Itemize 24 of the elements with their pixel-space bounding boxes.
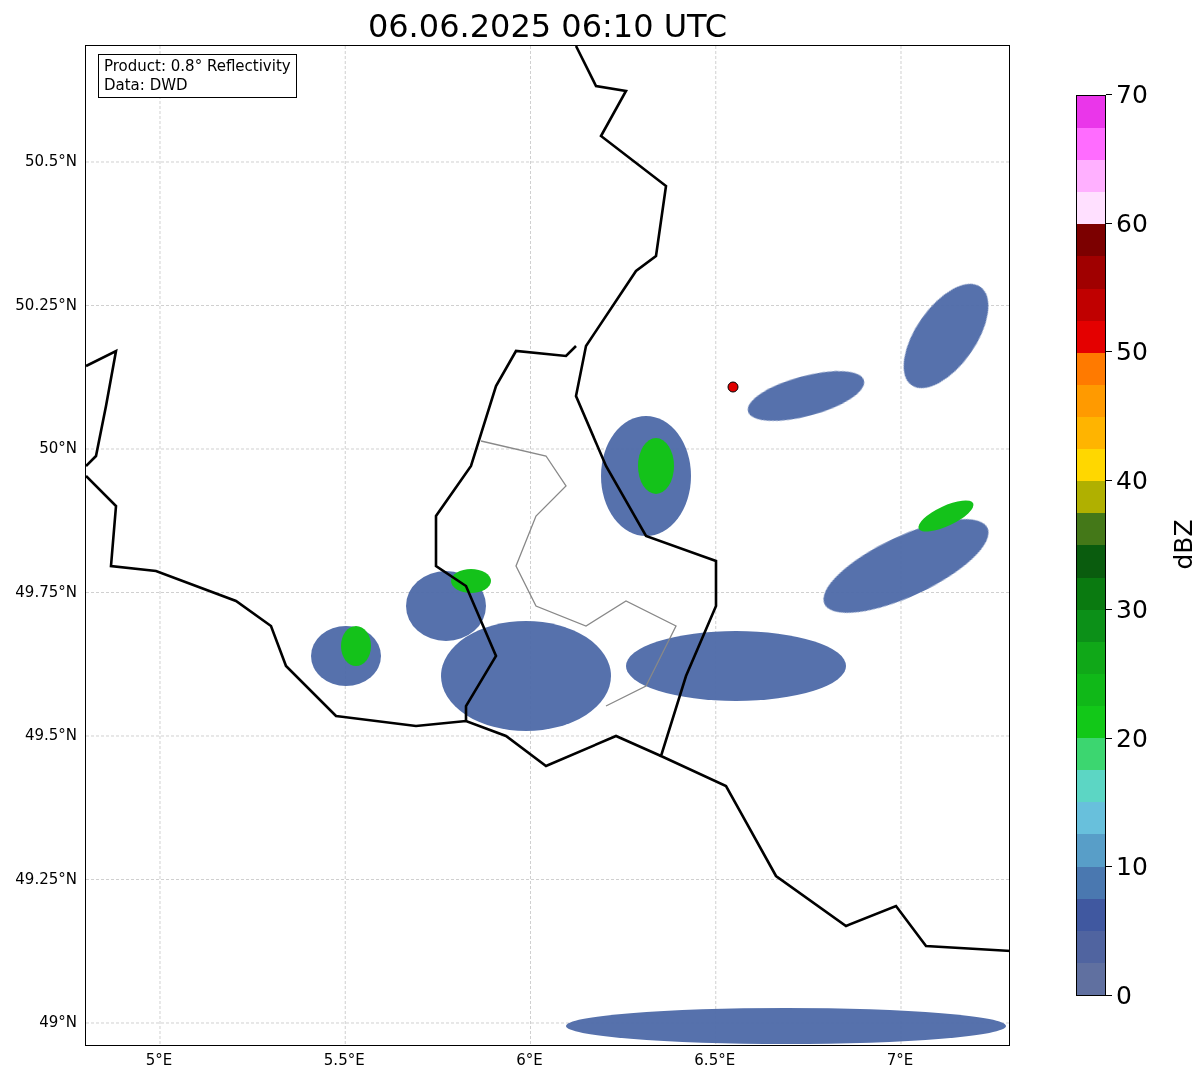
longitude-label: 7°E <box>886 1051 914 1069</box>
longitude-label: 5.5°E <box>323 1051 365 1069</box>
colorbar-title: dBZ <box>1168 519 1198 570</box>
longitude-label: 6.5°E <box>694 1051 736 1069</box>
info-text: Data: DWD <box>104 76 189 95</box>
latitude-label: 50.25°N <box>15 295 77 314</box>
latitude-label: 50°N <box>39 439 77 457</box>
latitude-label: 49.25°N <box>15 869 77 888</box>
colorbar-tick-label: 50 <box>1116 337 1148 368</box>
colorbar-tick-label: 70 <box>1116 80 1148 110</box>
latitude-label: 49.5°N <box>24 726 77 744</box>
longitude-label: 5°E <box>145 1051 173 1069</box>
colorbar-tick-label: 40 <box>1116 466 1148 497</box>
info-text: Product: 0.8° Reflectivity <box>104 57 291 76</box>
latitude-label: 49.75°N <box>15 582 77 601</box>
latitude-label: 50.5°N <box>24 152 77 170</box>
colorbar-tick-label: 10 <box>1116 852 1148 883</box>
colorbar-tick-label: 20 <box>1116 723 1148 754</box>
colorbar-tick-label: 0 <box>1116 981 1132 1011</box>
colorbar-tick-label: 30 <box>1116 594 1148 625</box>
colorbar-tick-label: 60 <box>1116 208 1148 239</box>
chart-title: 06.06.2025 06:10 UTC <box>366 6 729 45</box>
longitude-label: 6°E <box>516 1051 543 1069</box>
latitude-label: 49°N <box>39 1013 77 1031</box>
